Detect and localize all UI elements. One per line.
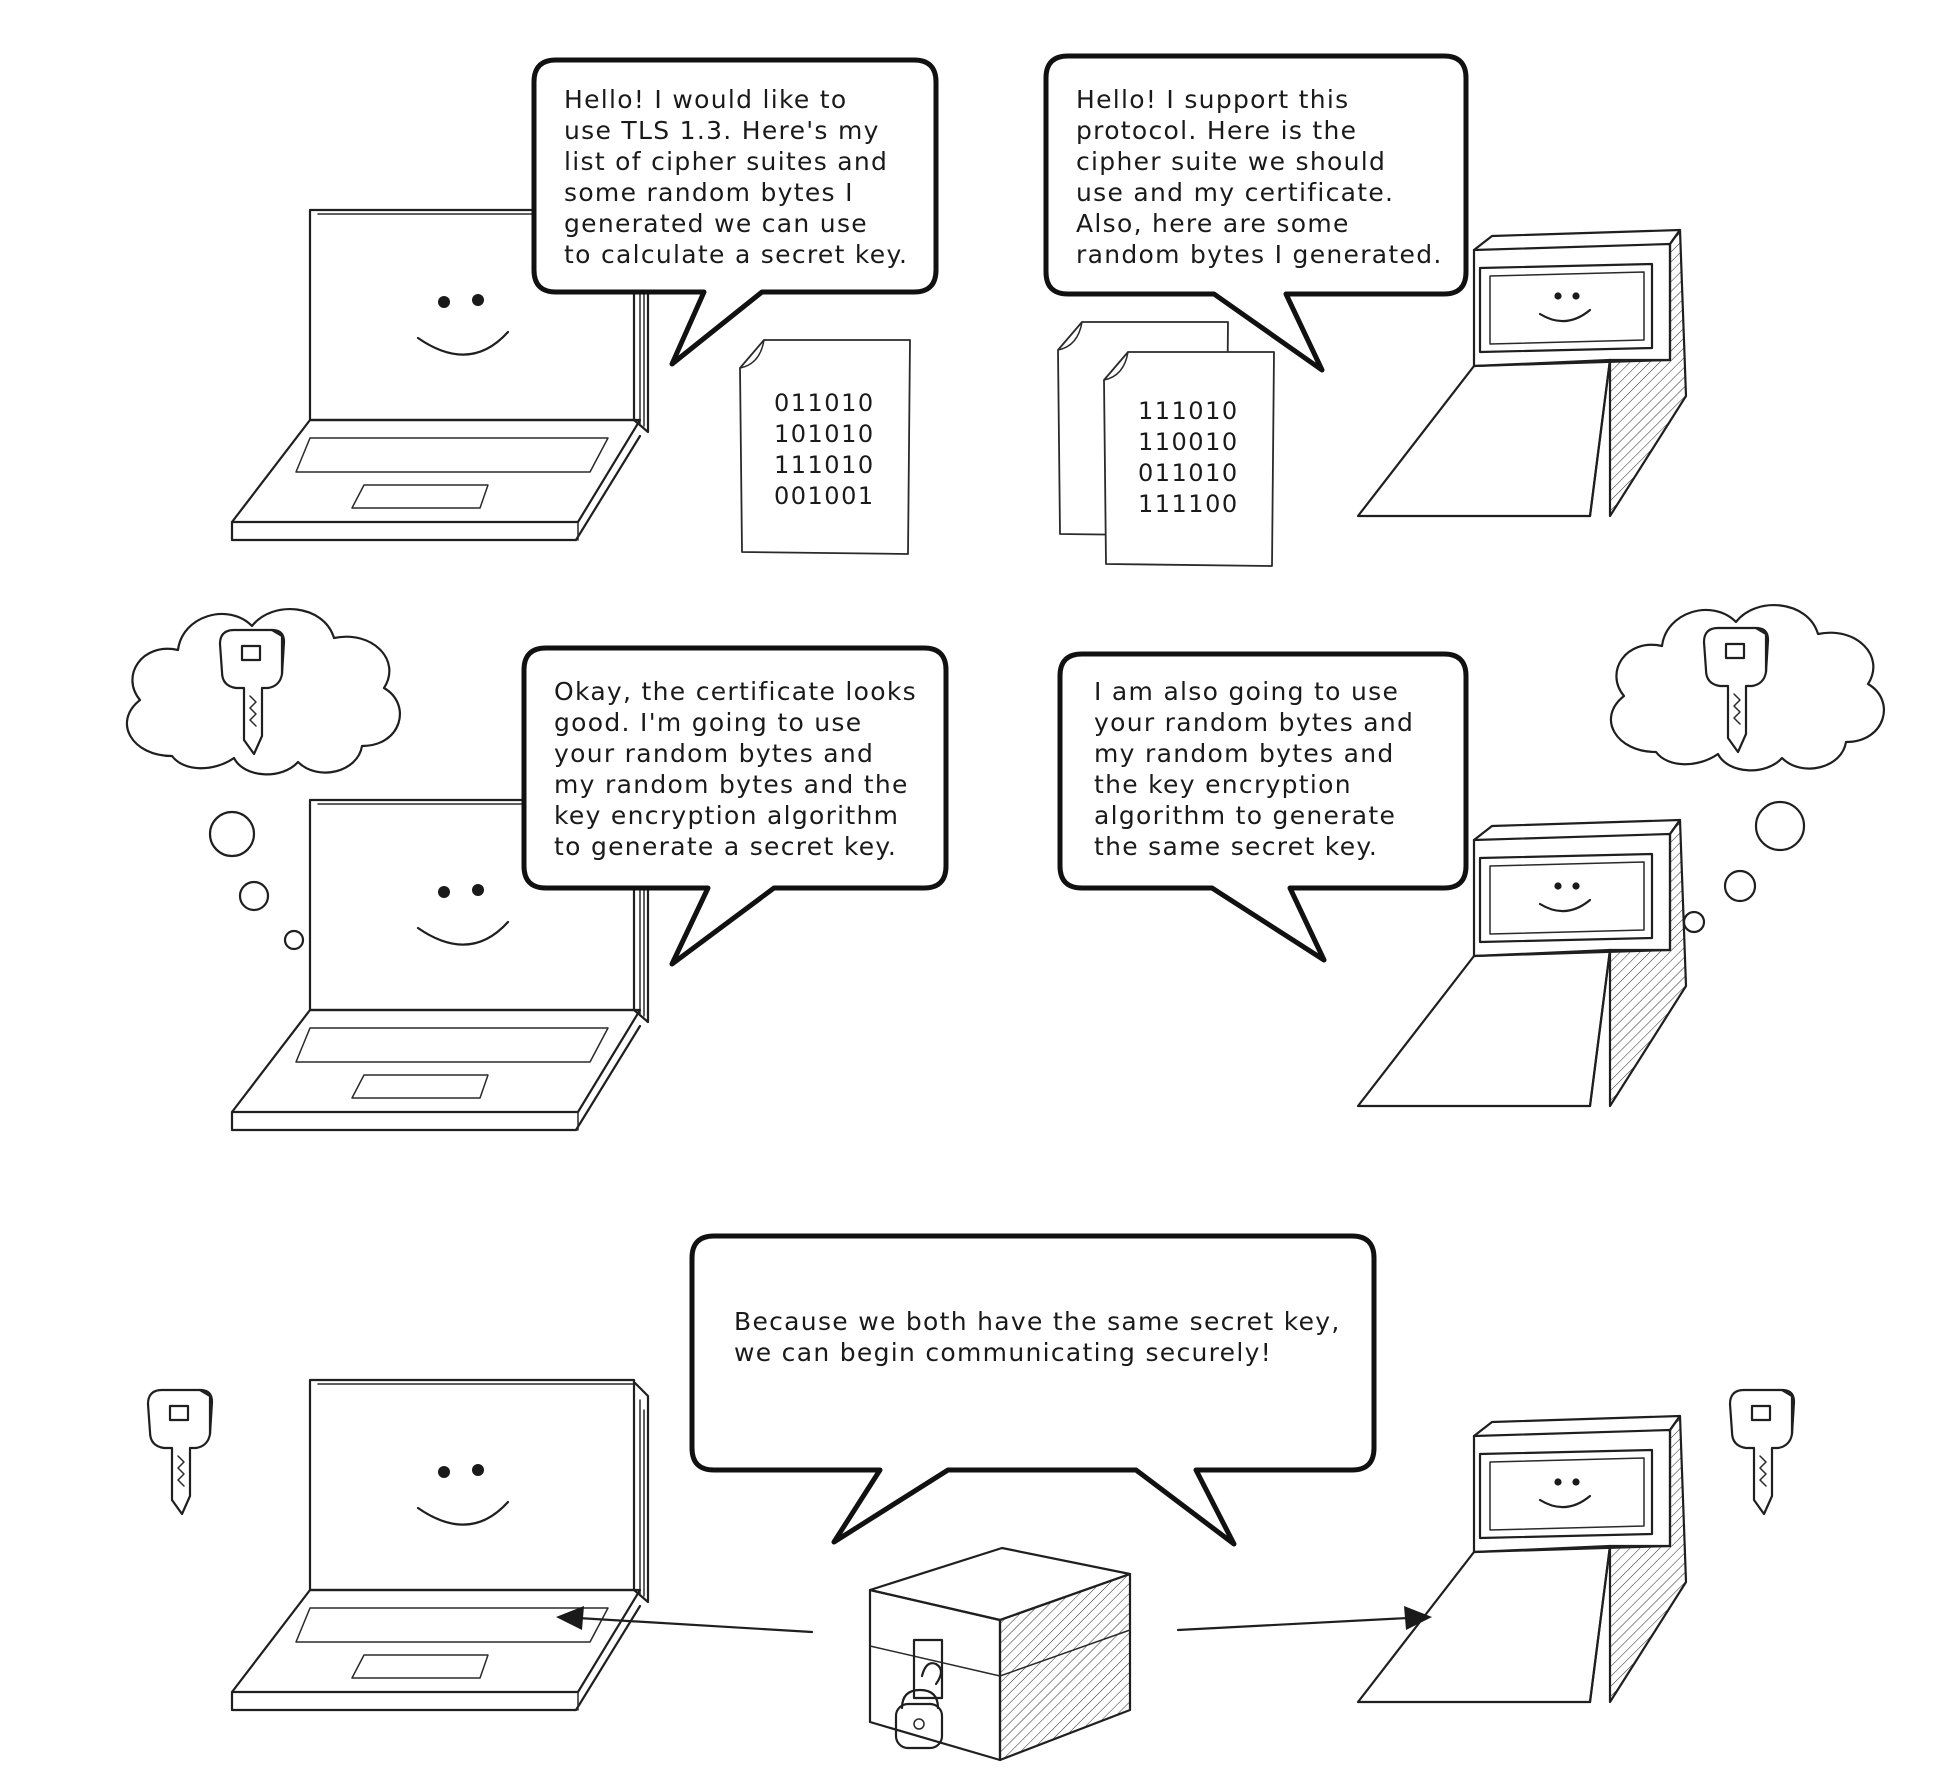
key-icon	[218, 628, 286, 756]
client-random-bytes: 011010 101010 111010 001001	[774, 389, 875, 510]
client-key-text: Okay, the certificate looks good. I'm go…	[554, 677, 917, 861]
arrow-to-server	[1176, 1606, 1432, 1632]
client-hello-text: Hello! I would like to use TLS 1.3. Here…	[564, 85, 909, 269]
key-icon	[1702, 626, 1770, 754]
tls-handshake-diagram	[125, 53, 1885, 1762]
arrow-to-client	[556, 1606, 814, 1634]
laptop-icon	[230, 1378, 650, 1712]
speech-bubble-shared-key	[689, 1233, 1377, 1547]
locked-box-icon	[868, 1546, 1132, 1762]
server-hello-text: Hello! I support this protocol. Here is …	[1076, 85, 1443, 269]
thought-cloud-icon	[125, 607, 401, 951]
shared-key-text: Because we both have the same secret key…	[734, 1307, 1341, 1367]
server-random-bytes: 111010 110010 011010 111100	[1138, 397, 1239, 518]
server-key-text: I am also going to use your random bytes…	[1094, 677, 1415, 861]
key-icon	[1728, 1388, 1796, 1516]
key-icon	[146, 1388, 214, 1516]
server-icon	[1356, 1414, 1688, 1704]
